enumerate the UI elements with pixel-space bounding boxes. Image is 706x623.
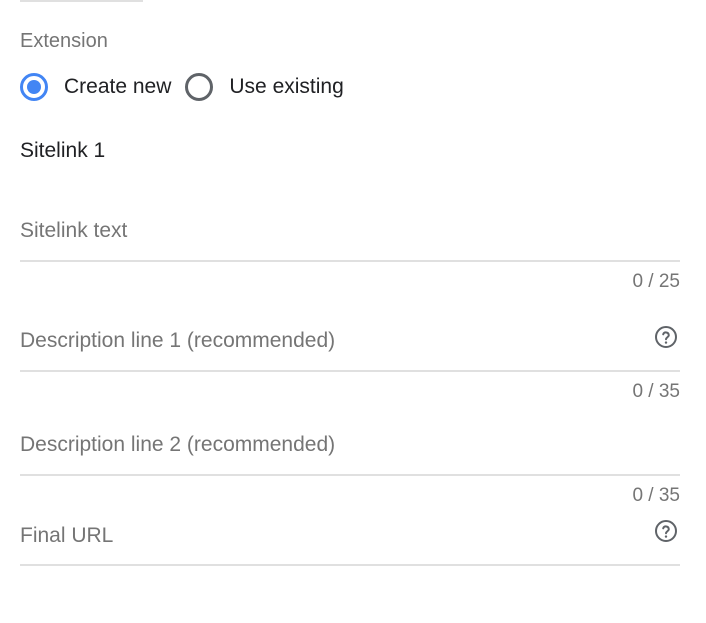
description-line-2-placeholder: Description line 2 (recommended) <box>20 433 336 456</box>
description-line-2-input[interactable]: Description line 2 (recommended) <box>20 433 680 476</box>
final-url-input[interactable]: Final URL <box>20 520 680 566</box>
help-circle-icon[interactable] <box>654 519 678 543</box>
radio-checked-icon[interactable] <box>20 73 48 101</box>
extension-radio-group: Create new Use existing <box>20 73 358 101</box>
description-line-2-counter: 0 / 35 <box>632 485 680 506</box>
radio-use-existing[interactable]: Use existing <box>185 73 344 101</box>
description-line-1-field[interactable]: Description line 1 (recommended) <box>20 326 680 372</box>
radio-create-new[interactable]: Create new <box>20 73 171 101</box>
top-divider <box>20 0 143 2</box>
extension-label: Extension <box>20 30 108 52</box>
description-line-1-input[interactable]: Description line 1 (recommended) <box>20 326 680 372</box>
radio-unchecked-icon[interactable] <box>185 73 214 101</box>
radio-create-new-label[interactable]: Create new <box>64 75 171 99</box>
final-url-field[interactable]: Final URL <box>20 520 680 566</box>
description-line-1-counter: 0 / 35 <box>632 381 680 402</box>
help-circle-icon[interactable] <box>654 325 678 349</box>
description-line-2-field[interactable]: Description line 2 (recommended) <box>20 433 680 476</box>
sitelink-text-placeholder: Sitelink text <box>20 219 128 242</box>
sitelink-text-input[interactable]: Sitelink text <box>20 219 680 262</box>
sitelink-text-field[interactable]: Sitelink text <box>20 219 680 262</box>
final-url-placeholder: Final URL <box>20 524 114 547</box>
radio-use-existing-label[interactable]: Use existing <box>229 75 343 99</box>
description-line-1-placeholder: Description line 1 (recommended) <box>20 329 336 352</box>
sitelink-title: Sitelink 1 <box>20 139 106 162</box>
sitelink-text-counter: 0 / 25 <box>632 271 680 292</box>
